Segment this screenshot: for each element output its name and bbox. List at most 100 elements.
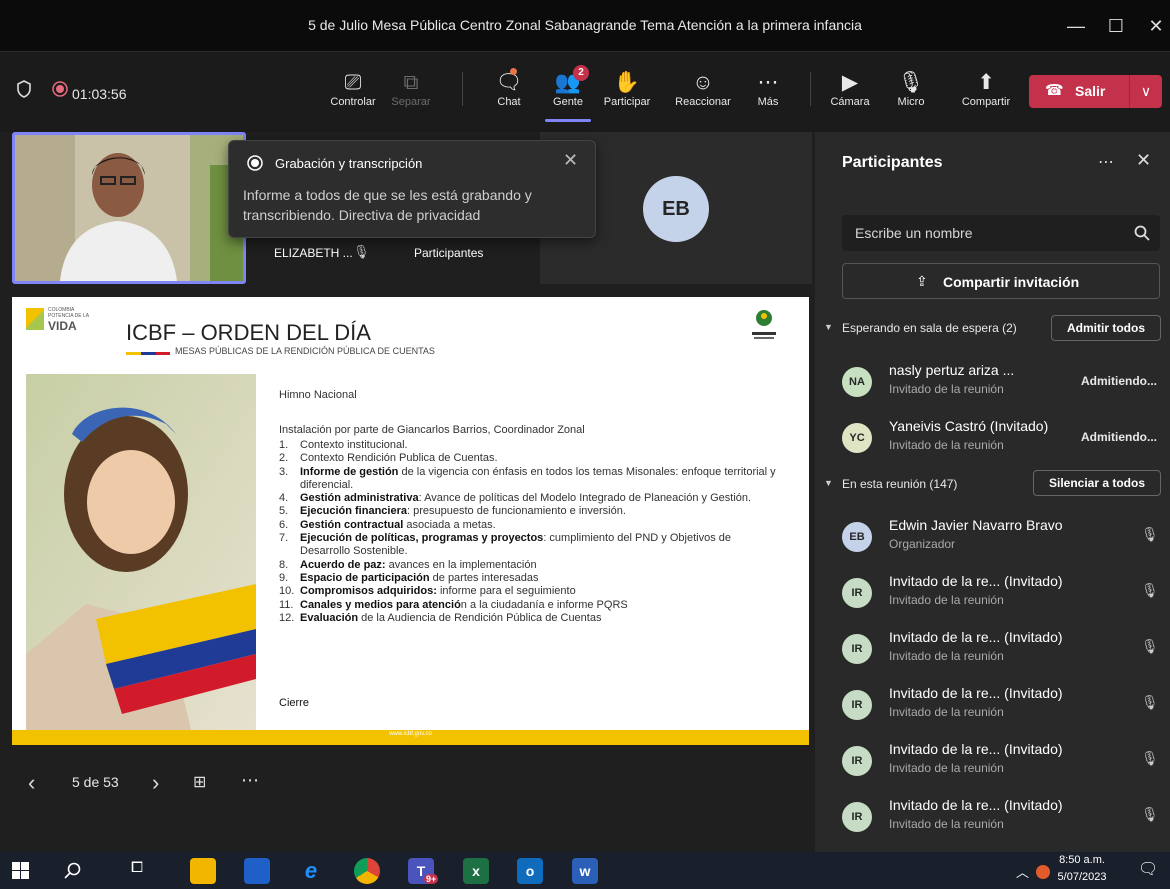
waiting-participant-row[interactable]: NA nasly pertuz ariza ... Invitado de la r… <box>815 357 1170 413</box>
next-slide-icon[interactable]: › <box>152 770 159 796</box>
maximize-button[interactable]: ☐ <box>1102 13 1130 39</box>
excel-icon[interactable]: x <box>463 858 489 884</box>
toast-body: Informe a todos de que se les está graba… <box>243 187 532 223</box>
participant-search-input[interactable]: Escribe un nombre <box>842 215 1160 251</box>
separar-button[interactable]: ⧉ Separar <box>380 70 442 108</box>
participant-role: Invitado de la reunión <box>889 593 1004 607</box>
agenda-item-number: 2. <box>279 452 289 465</box>
active-tab-indicator <box>545 119 591 122</box>
more-icon[interactable]: ⋯ <box>241 770 259 791</box>
close-icon[interactable]: ✕ <box>563 150 578 171</box>
agenda-item-bold: Ejecución financiera <box>300 505 407 518</box>
agenda-item: 3. Informe de gestión de la vigencia con … <box>279 466 779 493</box>
participant-row[interactable]: EB Edwin Javier Navarro Bravo Organizador 🎙 <box>815 512 1170 568</box>
mute-all-button[interactable]: Silenciar a todos <box>1033 470 1161 496</box>
flag-stripe-red <box>156 352 170 355</box>
colombia-logo-word: VIDA <box>48 319 77 333</box>
agenda-item-number: 8. <box>279 558 289 571</box>
agenda-item: 6. Gestión contractual asociada a metas. <box>279 519 779 532</box>
agenda-item-text: Ejecución financiera: presupuesto de fun… <box>300 505 626 518</box>
participant-row[interactable]: IR Invitado de la re... (Invitado) Invitad… <box>815 680 1170 736</box>
leave-button[interactable]: ☎ Salir <box>1029 75 1129 108</box>
reaccionar-button[interactable]: ☺ Reaccionar <box>672 70 734 108</box>
taskbar-date[interactable]: 5/07/2023 <box>1052 871 1112 883</box>
micro-button[interactable]: 🎙 Micro <box>886 70 936 108</box>
chat-unread-dot <box>510 68 517 75</box>
share-invite-button[interactable]: ⇪ Compartir invitación <box>842 263 1160 299</box>
file-explorer-icon[interactable] <box>190 858 216 884</box>
participar-button[interactable]: ✋ Participar <box>596 70 658 108</box>
collapse-chevron-icon[interactable]: ▼ <box>824 478 833 488</box>
close-window-button[interactable]: ✕ <box>1142 13 1170 39</box>
task-view-icon[interactable]: ⧠ <box>131 859 143 876</box>
more-icon[interactable]: ⋯ <box>1098 152 1114 172</box>
meeting-timer: 01:03:56 <box>72 86 127 102</box>
participant-row[interactable]: IR Invitado de la re... (Invitado) Invitad… <box>815 736 1170 792</box>
avatar: IR <box>842 802 872 832</box>
agenda-item-bold: Gestión administrativa <box>300 492 419 505</box>
notification-area-icon[interactable] <box>1036 865 1050 879</box>
word-icon[interactable]: w <box>572 858 598 884</box>
agenda-item: 9. Espacio de participación de partes int… <box>279 572 779 585</box>
leave-options-chevron-icon[interactable]: ∨ <box>1129 75 1162 108</box>
agenda-item-rest: Contexto institucional. <box>300 439 408 451</box>
agenda-item: 1. Contexto institucional. <box>279 439 779 452</box>
participant-row[interactable]: IR Invitado de la re... (Invitado) Invitad… <box>815 624 1170 680</box>
participant-video <box>15 135 243 281</box>
agenda-item-bold: Acuerdo de paz: <box>300 558 386 571</box>
participant-video-tile[interactable] <box>12 132 246 284</box>
agenda-item-number: 5. <box>279 505 289 518</box>
participants-link[interactable]: Participantes <box>414 246 483 260</box>
taskbar-time[interactable]: 8:50 a.m. <box>1052 854 1112 866</box>
toolbar-divider <box>810 72 811 106</box>
gente-button[interactable]: 👥 Gente <box>537 70 599 108</box>
controlar-label: Controlar <box>330 96 376 108</box>
chat-button[interactable]: 🗨 Chat <box>478 70 540 108</box>
waiting-section-header[interactable]: Esperando en sala de espera (2) <box>842 321 1017 335</box>
participant-name: Invitado de la re... (Invitado) <box>889 573 1063 589</box>
toolbar-divider <box>462 72 463 106</box>
outlook-icon[interactable]: o <box>517 858 543 884</box>
admit-all-button[interactable]: Admitir todos <box>1051 315 1161 341</box>
participant-role: Invitado de la reunión <box>889 761 1004 775</box>
agenda-item-number: 3. <box>279 465 289 478</box>
meeting-section-header[interactable]: En esta reunión (147) <box>842 477 957 491</box>
windows-start-icon[interactable] <box>12 862 29 879</box>
camara-button[interactable]: ▶ Cámara <box>825 70 875 108</box>
participant-row[interactable]: IR Invitado de la re... (Invitado) Invitad… <box>815 792 1170 848</box>
defender-icon[interactable] <box>244 858 270 884</box>
agenda-item-number: 6. <box>279 518 289 531</box>
chrome-icon[interactable] <box>354 858 380 884</box>
agenda-item-rest: : Avance de políticas del Modelo Integra… <box>418 492 752 505</box>
agenda-item-text: Gestión administrativa: Avance de políti… <box>300 492 751 505</box>
participant-row[interactable]: IR Invitado de la re... (Invitado) Invitad… <box>815 568 1170 624</box>
search-icon[interactable] <box>64 862 81 879</box>
agenda-intro-2: Instalación por parte de Giancarlos Barr… <box>279 424 585 436</box>
agenda-item: 10. Compromisos adquiridos: informe para … <box>279 585 779 598</box>
slide-grid-icon[interactable]: ⊞ <box>193 772 206 792</box>
agenda-intro-1: Himno Nacional <box>279 389 357 401</box>
compartir-button[interactable]: ⬆ Compartir <box>950 70 1022 108</box>
recording-notice-toast: Grabación y transcripción ✕ Informe a to… <box>228 140 596 238</box>
action-center-icon[interactable]: 🗨 <box>1138 859 1158 879</box>
mas-button[interactable]: ⋯ Más <box>737 70 799 108</box>
collapse-chevron-icon[interactable]: ▼ <box>824 322 833 332</box>
slide-navigation: ‹ 5 de 53 › ⊞ ⋯ <box>0 760 812 810</box>
avatar: EB <box>842 522 872 552</box>
close-icon[interactable]: ✕ <box>1136 150 1151 171</box>
minimize-button[interactable]: — <box>1062 13 1090 39</box>
prev-slide-icon[interactable]: ‹ <box>28 770 35 796</box>
internet-explorer-icon[interactable]: e <box>298 858 324 884</box>
reaccionar-label: Reaccionar <box>675 96 731 108</box>
agenda-item-number: 4. <box>279 492 289 505</box>
chevron-up-icon[interactable]: ︿ <box>1016 862 1029 881</box>
participar-label: Participar <box>603 96 651 108</box>
present-control-icon: ⎚ <box>344 71 362 94</box>
agenda-item-bold: Informe de gestión <box>300 465 399 478</box>
agenda-item: 7. Ejecución de políticas, programas y pr… <box>279 532 779 559</box>
waiting-participant-row[interactable]: YC Yaneivis Castró (Invitado) Invitado de … <box>815 413 1170 469</box>
participant-role: Organizador <box>889 537 956 551</box>
controlar-button[interactable]: ⎚ Controlar <box>322 70 384 108</box>
slide-title: ICBF – ORDEN DEL DÍA <box>126 320 371 345</box>
mic-off-icon: 🎙 <box>1141 750 1159 766</box>
